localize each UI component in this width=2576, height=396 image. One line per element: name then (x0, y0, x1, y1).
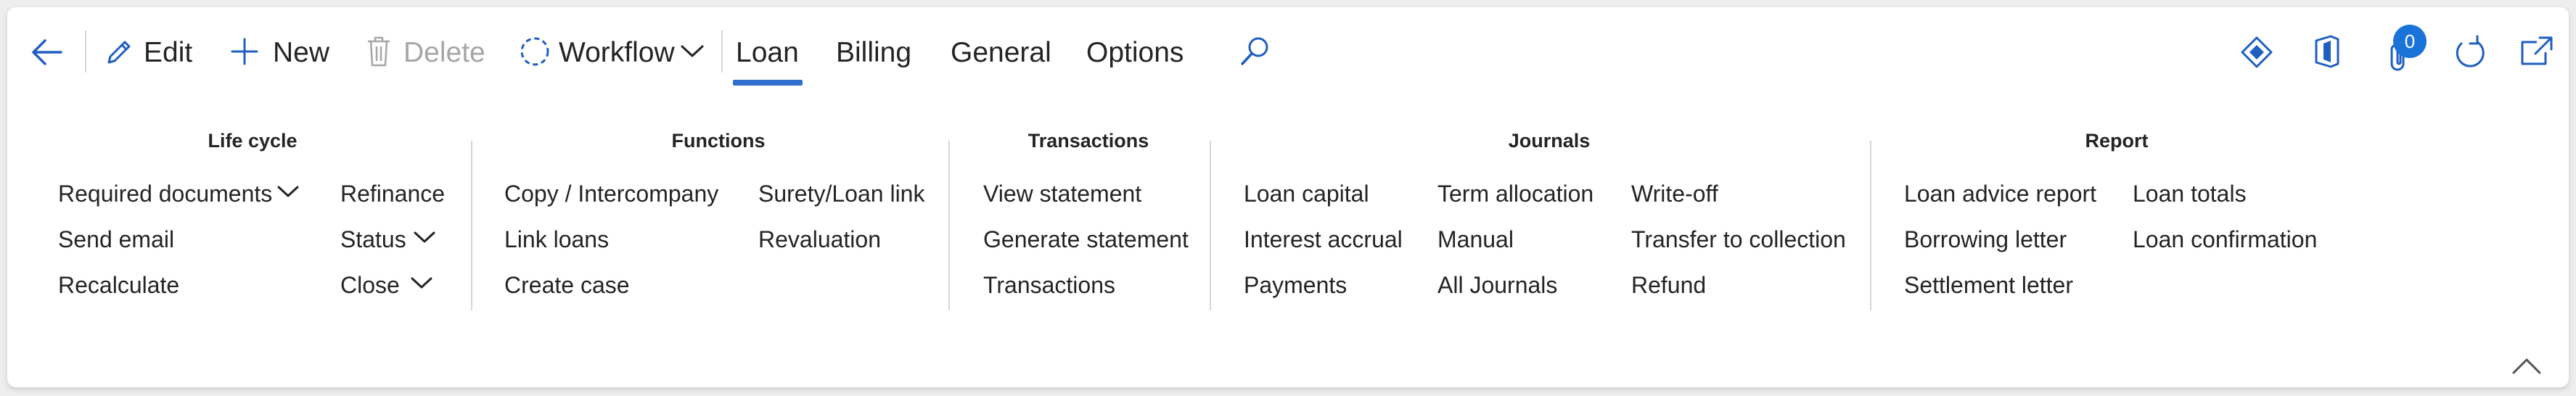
group-divider (1870, 141, 1871, 310)
transactions-button[interactable]: Transactions (983, 271, 1115, 299)
group-divider (471, 141, 472, 310)
diamond-icon[interactable] (2239, 35, 2274, 70)
group-title-journals: Journals (1508, 130, 1591, 152)
loan-totals-button[interactable]: Loan totals (2133, 180, 2247, 207)
edit-button[interactable]: Edit (100, 33, 202, 71)
transfer-to-collection-button[interactable]: Transfer to collection (1631, 226, 1846, 253)
term-allocation-button[interactable]: Term allocation (1437, 180, 1593, 207)
back-arrow-icon[interactable] (29, 36, 64, 68)
refund-button[interactable]: Refund (1631, 271, 1706, 299)
attachment-count-badge: 0 (2393, 25, 2427, 58)
manual-button[interactable]: Manual (1437, 226, 1514, 253)
all-journals-button[interactable]: All Journals (1437, 271, 1557, 299)
chevron-down-icon[interactable] (276, 184, 300, 200)
pencil-icon (107, 41, 131, 64)
revaluation-button[interactable]: Revaluation (758, 226, 881, 253)
group-title-functions: Functions (671, 130, 766, 152)
toolbar-divider (721, 30, 723, 73)
chevron-down-icon[interactable] (412, 230, 437, 246)
loan-confirmation-button[interactable]: Loan confirmation (2133, 226, 2317, 253)
generate-statement-button[interactable]: Generate statement (983, 226, 1189, 253)
delete-button[interactable]: Delete (363, 33, 486, 71)
loan-advice-report-button[interactable]: Loan advice report (1904, 180, 2096, 207)
chevron-down-icon[interactable] (409, 276, 434, 292)
group-divider (948, 141, 950, 310)
open-new-window-icon[interactable] (2518, 35, 2554, 68)
search-icon[interactable] (1238, 35, 1271, 68)
group-title-transactions: Transactions (1027, 130, 1149, 152)
status-button[interactable]: Status (340, 226, 406, 253)
tab-loan-selected-indicator (733, 80, 803, 86)
trash-icon (368, 36, 390, 67)
write-off-button[interactable]: Write-off (1631, 180, 1718, 207)
link-loans-button[interactable]: Link loans (504, 226, 609, 253)
tab-loan[interactable]: Loan (736, 36, 799, 70)
group-title-report: Report (2085, 130, 2149, 152)
group-divider (1210, 141, 1211, 310)
toolbar-divider (85, 30, 86, 73)
new-label: New (273, 37, 330, 68)
copy-intercompany-button[interactable]: Copy / Intercompany (504, 180, 718, 207)
chevron-up-icon[interactable] (2511, 355, 2543, 376)
delete-label: Delete (403, 37, 485, 68)
workflow-button[interactable]: Workflow (515, 32, 711, 71)
loan-capital-button[interactable]: Loan capital (1244, 180, 1369, 207)
required-documents-button[interactable]: Required documents (58, 180, 272, 207)
surety-loan-link-button[interactable]: Surety/Loan link (758, 180, 924, 207)
tab-general[interactable]: General (951, 36, 1051, 70)
workflow-icon (520, 37, 549, 66)
tab-options[interactable]: Options (1086, 36, 1184, 70)
close-button[interactable]: Close (340, 271, 400, 299)
create-case-button[interactable]: Create case (504, 271, 630, 299)
office-icon[interactable] (2312, 33, 2342, 70)
tab-billing[interactable]: Billing (836, 36, 911, 70)
recalculate-button[interactable]: Recalculate (58, 271, 179, 299)
new-button[interactable]: New (225, 33, 334, 71)
action-pane: Edit New Delete Workflow Loan Billing Ge… (7, 7, 2569, 387)
view-statement-button[interactable]: View statement (983, 180, 1141, 207)
settlement-letter-button[interactable]: Settlement letter (1904, 271, 2073, 299)
refinance-button[interactable]: Refinance (340, 180, 445, 207)
send-email-button[interactable]: Send email (58, 226, 174, 253)
edit-label: Edit (144, 37, 193, 68)
borrowing-letter-button[interactable]: Borrowing letter (1904, 226, 2067, 253)
plus-icon (231, 38, 258, 65)
interest-accrual-button[interactable]: Interest accrual (1244, 226, 1403, 253)
chevron-down-icon (681, 45, 704, 57)
workflow-label: Workflow (559, 37, 675, 68)
refresh-icon[interactable] (2451, 35, 2487, 71)
group-title-lifecycle: Life cycle (208, 130, 298, 152)
payments-button[interactable]: Payments (1244, 271, 1347, 299)
